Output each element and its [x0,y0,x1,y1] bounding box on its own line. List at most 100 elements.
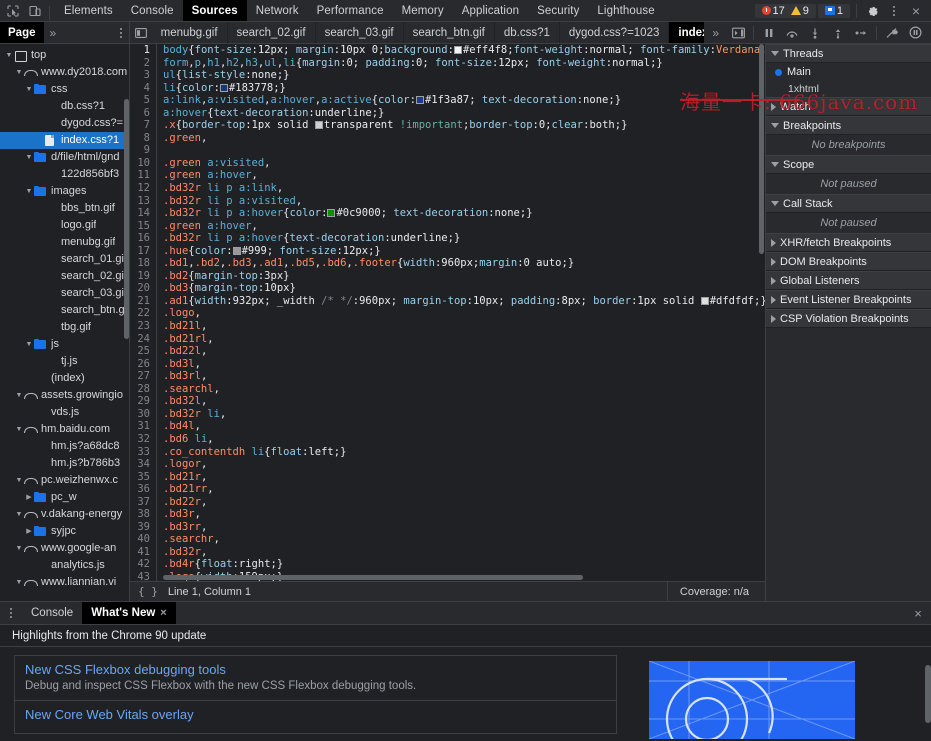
editor-tab[interactable]: menubg.gif [152,22,228,43]
panel-tab-application[interactable]: Application [453,0,528,21]
tree-item[interactable]: ▼tj.js [0,353,129,370]
panel-tab-elements[interactable]: Elements [55,0,122,21]
editor-tab[interactable]: search_02.gif [228,22,316,43]
device-toolbar-icon[interactable] [24,0,46,21]
chevron-down-icon[interactable]: ▼ [14,472,24,489]
tree-item[interactable]: ▼ d/file/html/gnd [0,149,129,166]
thread-item[interactable]: 1xhtml [766,81,931,97]
code-line[interactable]: 18 .bd1,.bd2,.bd3,.ad1,.bd5,.bd6,.footer{… [130,257,765,270]
debugger-section-event-listener[interactable]: Event Listener Breakpoints [766,290,931,309]
editor-tab[interactable]: dygod.css?=1023 [560,22,670,43]
tree-item[interactable]: ▼ images [0,183,129,200]
tree-item[interactable]: ▼vds.js [0,404,129,421]
chevron-down-icon[interactable]: ▼ [14,421,24,438]
code-line[interactable]: 10 .green a:visited, [130,156,765,170]
editor-tab[interactable]: search_btn.gif [404,22,495,43]
code-line[interactable]: 29 .bd32l, [130,395,765,408]
thread-item[interactable]: Main [766,63,931,81]
pause-script-icon[interactable] [758,23,780,43]
tree-item[interactable]: ▼tbg.gif [0,319,129,336]
editor-tabs-overflow[interactable]: » [704,22,727,43]
debugger-section-call-stack[interactable]: Call Stack [766,194,931,213]
code-line[interactable]: 20 .bd3{margin-top:10px} [130,282,765,295]
chevron-down-icon[interactable]: ▼ [24,81,34,98]
step-out-icon[interactable] [827,23,849,43]
panel-tab-memory[interactable]: Memory [393,0,453,21]
drawer-tab[interactable]: Console [22,602,82,624]
tree-item[interactable]: ▼search_03.gif [0,285,129,302]
show-debugger-sidebar-icon[interactable] [727,23,749,43]
code-line[interactable]: 39 .bd3rr, [130,520,765,534]
navigator-more-options-icon[interactable] [113,22,129,43]
panel-tab-lighthouse[interactable]: Lighthouse [588,0,663,21]
code-line[interactable]: 17 .hue{color: #999; font-size:12px;} [130,244,765,258]
panel-tab-security[interactable]: Security [528,0,588,21]
code-line[interactable]: 15 .green a:hover, [130,219,765,233]
whats-new-item-title[interactable]: New Core Web Vitals overlay [25,707,606,722]
code-line[interactable]: 34 .logor, [130,458,765,471]
debugger-section-threads[interactable]: Threads [766,44,931,63]
code-line[interactable]: 25 .bd22l, [130,345,765,358]
chevron-down-icon[interactable]: ▼ [14,540,24,557]
chevron-right-icon[interactable]: ▶ [24,523,34,540]
code-line[interactable]: 4 li{color: #183778;} [130,81,765,95]
whats-new-item-title[interactable]: New CSS Flexbox debugging tools [25,662,606,677]
chevron-down-icon[interactable]: ▼ [14,574,24,591]
tree-item[interactable]: ▼search_01.gif [0,251,129,268]
code-line[interactable]: 30 .bd32r li, [130,407,765,421]
code-line[interactable]: 9 [130,144,765,157]
code-line[interactable]: 28 .searchl, [130,382,765,396]
code-line[interactable]: 32 .bd6 li, [130,432,765,446]
chevron-down-icon[interactable]: ▼ [14,387,24,404]
tree-item[interactable]: ▼(index) [0,370,129,387]
tree-item[interactable]: ▼ www.liannian.vi [0,574,129,591]
tree-item[interactable]: ▼ v.dakang-energy [0,506,129,523]
tree-item[interactable]: ▶ syjpc [0,523,129,540]
debugger-section-dom[interactable]: DOM Breakpoints [766,252,931,271]
code-line[interactable]: 31 .bd4l, [130,420,765,433]
navigator-scrollbar[interactable] [124,44,129,601]
chevron-right-icon[interactable]: ▶ [24,489,34,506]
debugger-section-global[interactable]: Global Listeners [766,271,931,290]
tree-item[interactable]: ▼ www.google-an [0,540,129,557]
tree-item[interactable]: ▼ hm.baidu.com [0,421,129,438]
code-line[interactable]: 21 .ad1{width:932px; _width /* */:960px; … [130,294,765,308]
source-editor[interactable]: 1 body{font-size:12px; margin:10px 0;back… [130,44,765,581]
step-into-icon[interactable] [804,23,826,43]
drawer-tab[interactable]: What's New × [82,602,176,624]
code-line[interactable]: 13 .bd32r li p a:visited, [130,194,765,208]
tree-item[interactable]: ▼ css [0,81,129,98]
editor-horizontal-scrollbar[interactable] [163,575,583,581]
tree-item[interactable]: ▶ pc_w [0,489,129,506]
debugger-section-breakpoints[interactable]: Breakpoints [766,116,931,135]
issue-counters[interactable]: 17 9 [754,3,816,18]
kebab-menu-icon[interactable] [883,0,905,21]
navigator-more-tabs[interactable]: » [44,22,63,43]
whats-new-item[interactable]: New Core Web Vitals overlay [14,701,617,734]
panel-tab-network[interactable]: Network [247,0,308,21]
chevron-down-icon[interactable]: ▼ [4,47,14,64]
deactivate-breakpoints-icon[interactable] [881,23,903,43]
editor-tab[interactable]: search_03.gif [316,22,404,43]
show-navigator-icon[interactable] [130,22,152,43]
drawer-tab-close-icon[interactable]: × [160,607,166,619]
panel-tab-console[interactable]: Console [122,0,183,21]
tree-item[interactable]: ▼dygod.css?=1023 [0,115,129,132]
step-icon[interactable] [850,23,872,43]
code-line[interactable]: 3 ul{list-style:none;} [130,69,765,82]
tree-item[interactable]: ▼search_btn.gif [0,302,129,319]
info-counters[interactable]: 1 [817,3,850,18]
code-line[interactable]: 23 .bd21l, [130,320,765,333]
code-line[interactable]: 7 .x{border-top:1px solid transparent !im… [130,119,765,132]
chrome-logo-thumbnail[interactable] [649,661,855,739]
code-line[interactable]: 36 .bd21rr, [130,483,765,496]
navigator-tab-page[interactable]: Page [0,22,44,43]
code-line[interactable]: 42 .bd4r{float:right;} [130,558,765,571]
chevron-down-icon[interactable]: ▼ [24,149,34,166]
tree-item[interactable]: ▼hm.js?a68dc8 [0,438,129,455]
panel-tab-performance[interactable]: Performance [308,0,393,21]
tree-item[interactable]: ▼db.css?1 [0,98,129,115]
code-line[interactable]: 37 .bd22r, [130,495,765,509]
gear-icon[interactable] [861,0,883,21]
code-line[interactable]: 22 .logo, [130,307,765,321]
